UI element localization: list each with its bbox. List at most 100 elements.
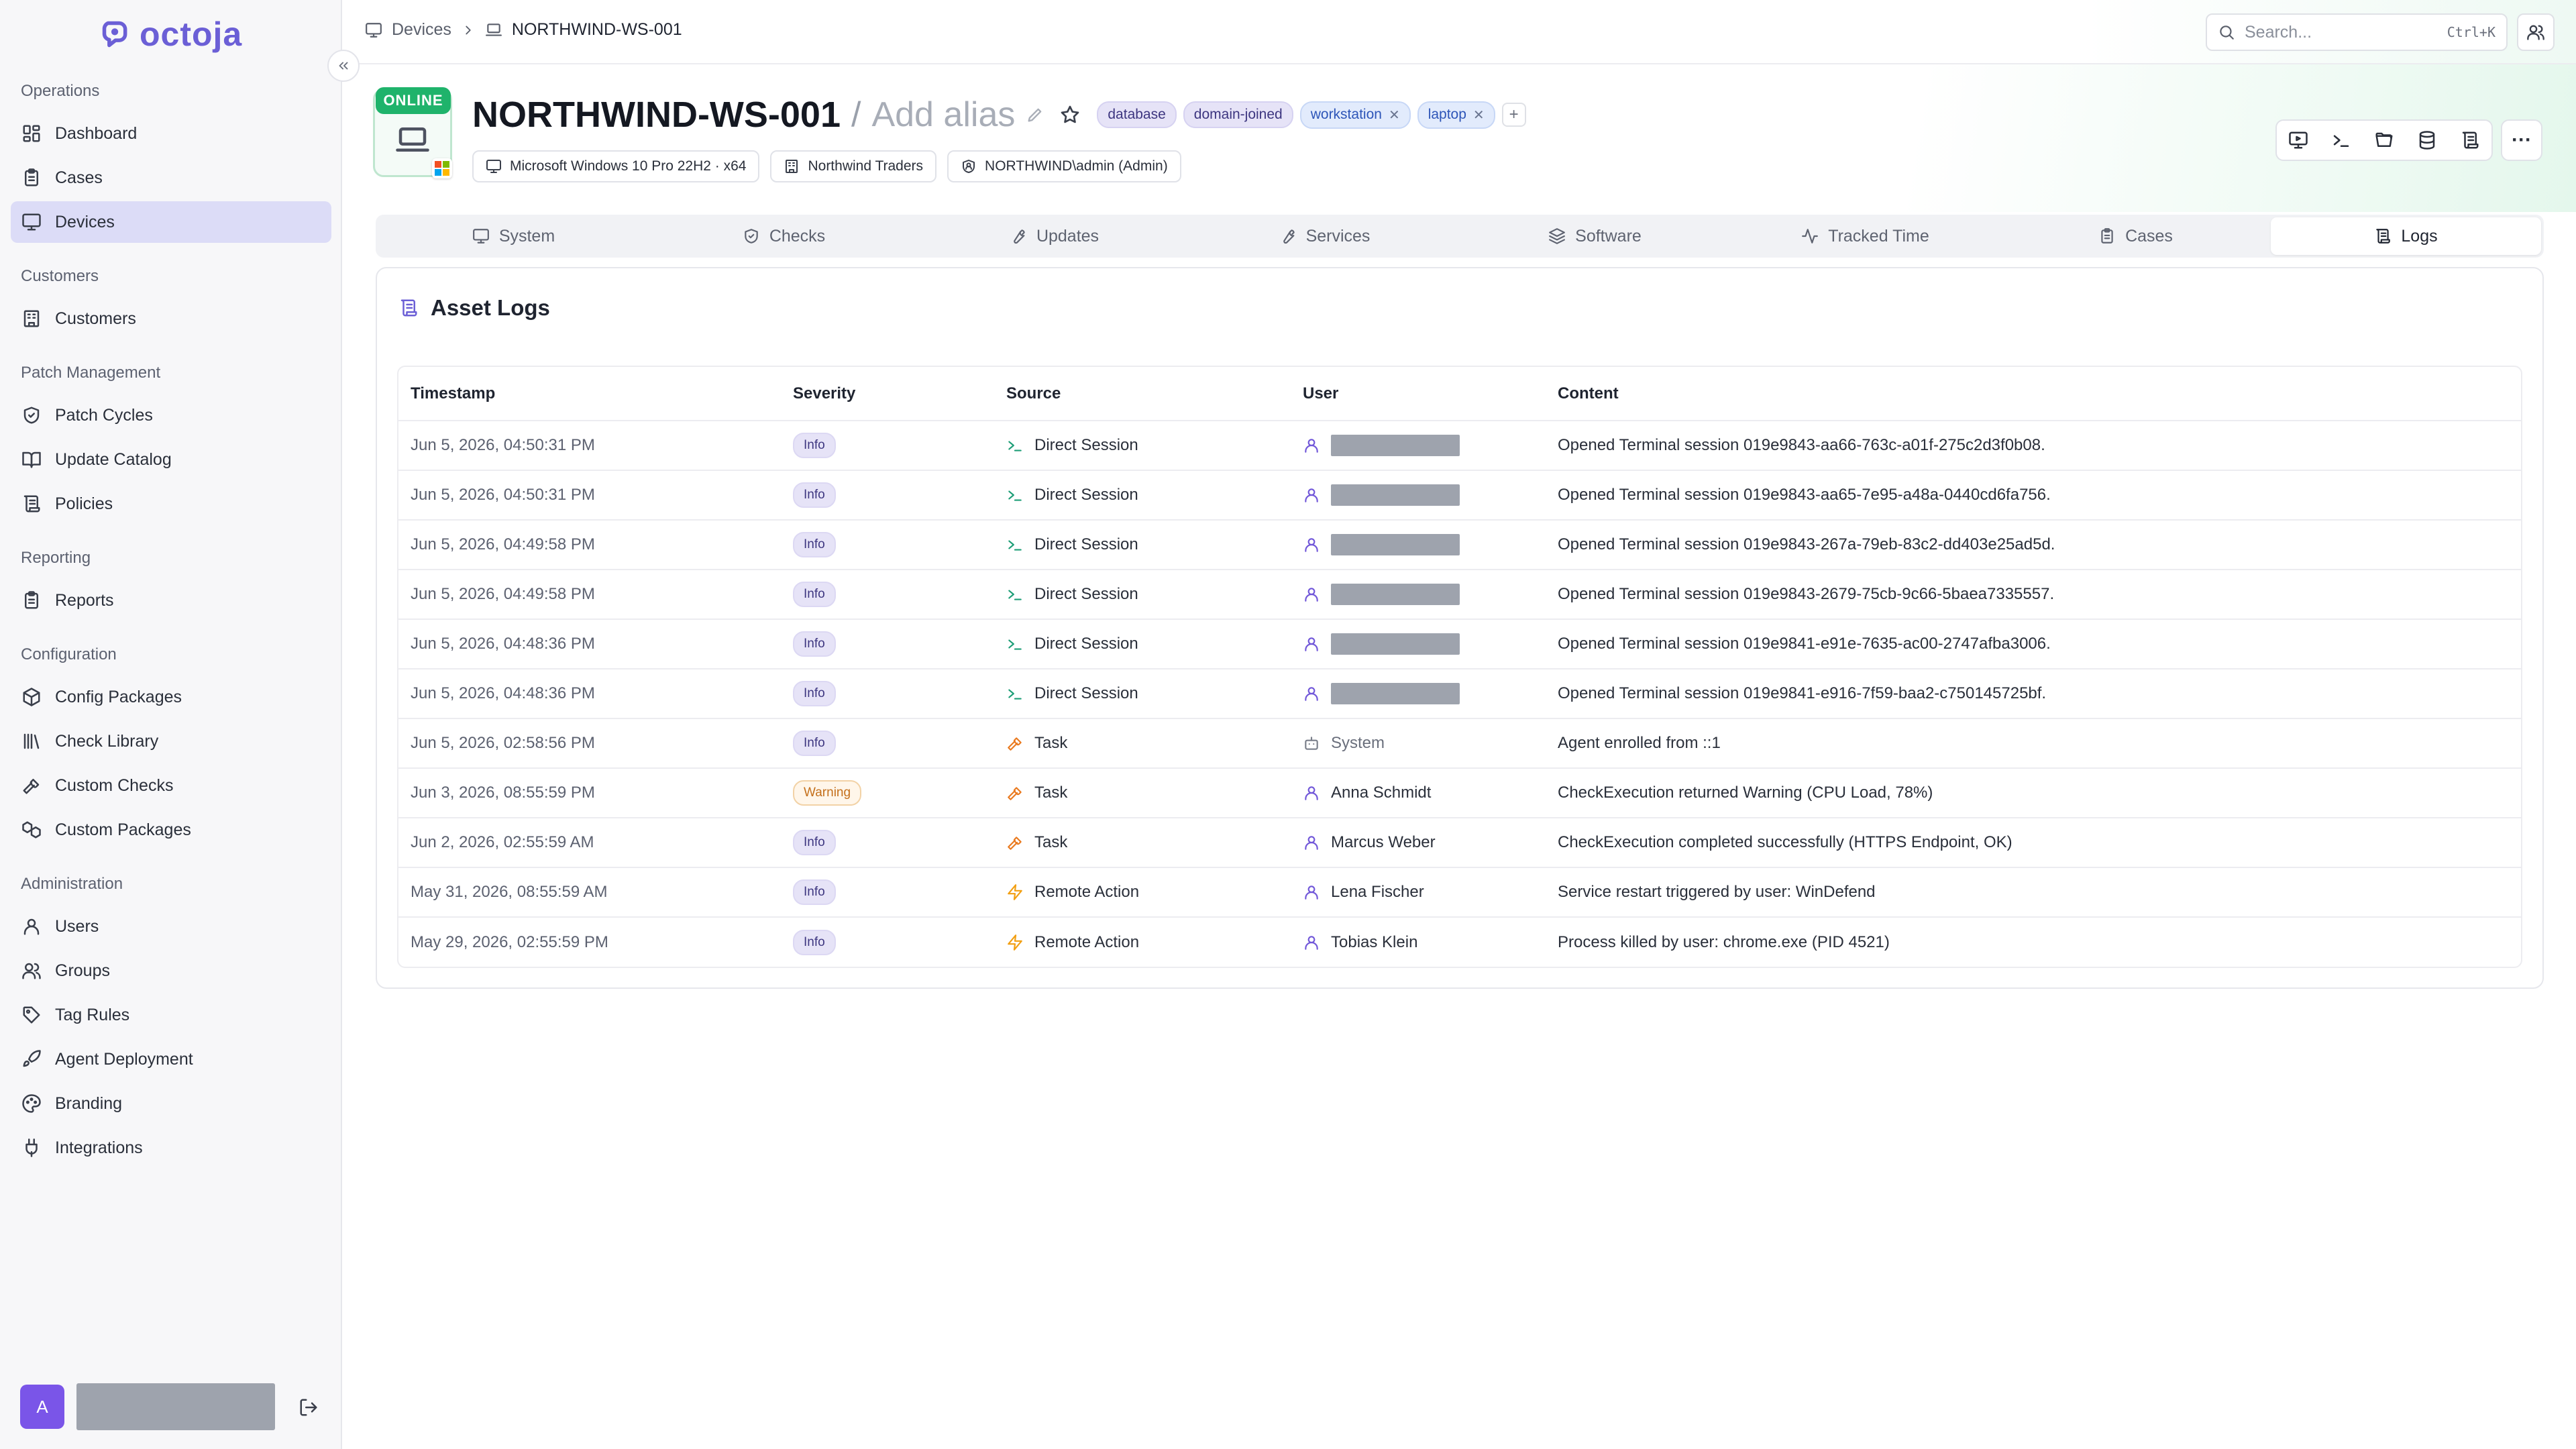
cell-content: Agent enrolled from ::1 [1546, 718, 2521, 769]
tab-cases[interactable]: Cases [2000, 217, 2271, 255]
sidebar-item-reports[interactable]: Reports [11, 580, 331, 621]
table-header-row: Timestamp Severity Source User Content [398, 367, 2521, 421]
source-label: Task [1034, 784, 1068, 802]
collapse-sidebar-button[interactable] [327, 50, 360, 82]
column-source[interactable]: Source [994, 367, 1291, 421]
remove-tag-icon[interactable]: ✕ [1473, 107, 1485, 123]
tab-logs[interactable]: Logs [2271, 217, 2541, 255]
octoja-logo-icon [102, 21, 127, 48]
more-actions-button[interactable]: ··· [2501, 119, 2542, 161]
remote-desktop-button[interactable] [2277, 121, 2320, 160]
tab-services[interactable]: Services [1189, 217, 1460, 255]
user-menu-button[interactable] [2517, 13, 2555, 51]
customer-chip[interactable]: Northwind Traders [770, 150, 937, 182]
cell-user [1291, 570, 1546, 620]
avatar[interactable]: A [20, 1385, 64, 1429]
severity-badge: Info [793, 929, 836, 955]
sidebar-user[interactable]: A [20, 1383, 275, 1430]
severity-badge: Warning [793, 780, 862, 806]
tag-label: database [1108, 107, 1166, 122]
terminal-icon [2333, 135, 2349, 147]
book-icon [22, 451, 41, 468]
activity-icon [1802, 229, 1819, 244]
tab-system[interactable]: System [378, 217, 649, 255]
zap-icon [1008, 884, 1022, 900]
table-row[interactable]: May 31, 2026, 08:55:59 AM Info Remote Acti… [398, 867, 2521, 918]
sidebar-item-tag-rules[interactable]: Tag Rules [11, 994, 331, 1036]
cell-timestamp: Jun 5, 2026, 04:50:31 PM [398, 470, 781, 521]
device-header [342, 64, 2576, 212]
sidebar-item-custom-packages[interactable]: Custom Packages [11, 809, 331, 851]
cell-user [1291, 669, 1546, 719]
sidebar-item-custom-checks[interactable]: Custom Checks [11, 765, 331, 806]
logs-button[interactable] [2449, 121, 2491, 160]
layers-icon [1549, 228, 1566, 244]
sidebar-item-customers[interactable]: Customers [11, 298, 331, 339]
table-row[interactable]: Jun 2, 2026, 02:55:59 AM Info Task Marcus W… [398, 818, 2521, 868]
sidebar-item-dashboard[interactable]: Dashboard [11, 113, 331, 154]
table-row[interactable]: Jun 5, 2026, 02:58:56 PM Info Task System Ag… [398, 718, 2521, 769]
table-row[interactable]: Jun 5, 2026, 04:50:31 PM Info Direct Sessi… [398, 421, 2521, 471]
logout-icon [300, 1399, 317, 1416]
sidebar-item-groups[interactable]: Groups [11, 950, 331, 991]
column-severity[interactable]: Severity [781, 367, 994, 421]
pencil-icon[interactable] [1026, 105, 1044, 124]
sidebar-item-label: Update Catalog [55, 449, 172, 469]
breadcrumb-devices[interactable]: Devices [392, 20, 451, 40]
library-icon [23, 733, 40, 749]
table-row[interactable]: Jun 5, 2026, 04:49:58 PM Info Direct Sessi… [398, 570, 2521, 620]
sidebar-item-patch-cycles[interactable]: Patch Cycles [11, 394, 331, 436]
packages-icon [22, 821, 41, 839]
building-icon [786, 160, 798, 173]
file-browser-button[interactable] [2363, 121, 2406, 160]
column-content[interactable]: Content [1546, 367, 2521, 421]
sidebar-item-label: Groups [55, 961, 110, 980]
column-timestamp[interactable]: Timestamp [398, 367, 781, 421]
monitor-icon [366, 22, 382, 38]
sidebar-item-update-catalog[interactable]: Update Catalog [11, 439, 331, 480]
remove-tag-icon[interactable]: ✕ [1389, 107, 1400, 123]
logout-button[interactable] [295, 1394, 322, 1421]
table-row[interactable]: Jun 5, 2026, 04:48:36 PM Info Direct Sessi… [398, 669, 2521, 719]
sidebar-item-agent-deployment[interactable]: Agent Deployment [11, 1038, 331, 1080]
tag-laptop[interactable]: laptop ✕ [1417, 101, 1495, 129]
table-row[interactable]: May 29, 2026, 02:55:59 PM Info Remote Acti… [398, 917, 2521, 967]
table-row[interactable]: Jun 5, 2026, 04:50:31 PM Info Direct Sessi… [398, 470, 2521, 521]
sidebar-item-devices[interactable]: Devices [11, 201, 331, 243]
sidebar-item-cases[interactable]: Cases [11, 157, 331, 199]
column-user[interactable]: User [1291, 367, 1546, 421]
sidebar-item-branding[interactable]: Branding [11, 1083, 331, 1124]
terminal-button[interactable] [2320, 121, 2363, 160]
cell-user [1291, 520, 1546, 570]
search-input[interactable]: Search... Ctrl+K [2206, 13, 2508, 51]
severity-badge: Info [793, 879, 836, 905]
hammer-icon [1008, 737, 1022, 751]
cell-content: Opened Terminal session 019e9843-aa66-76… [1546, 421, 2521, 471]
cell-user: Lena Fischer [1291, 867, 1546, 918]
table-row[interactable]: Jun 5, 2026, 04:49:58 PM Info Direct Sessi… [398, 520, 2521, 570]
tag-domain-joined[interactable]: domain-joined [1183, 101, 1293, 128]
sidebar-item-integrations[interactable]: Integrations [11, 1127, 331, 1169]
table-row[interactable]: Jun 5, 2026, 04:48:36 PM Info Direct Sessi… [398, 619, 2521, 669]
tag-database[interactable]: database [1097, 101, 1177, 128]
user-name: Marcus Weber [1331, 833, 1436, 851]
database-button[interactable] [2406, 121, 2449, 160]
sidebar-item-label: Dashboard [55, 123, 138, 143]
tab-checks[interactable]: Checks [649, 217, 919, 255]
user-redacted [1331, 584, 1460, 605]
add-tag-button[interactable]: + [1501, 103, 1526, 127]
table-row[interactable]: Jun 3, 2026, 08:55:59 PM Warning Task Anna … [398, 768, 2521, 818]
user-redacted [1331, 633, 1460, 655]
sidebar-item-users[interactable]: Users [11, 906, 331, 947]
sidebar-item-check-library[interactable]: Check Library [11, 720, 331, 762]
star-icon[interactable] [1059, 104, 1081, 125]
sidebar-item-config-packages[interactable]: Config Packages [11, 676, 331, 718]
alias-input[interactable]: Add alias [871, 95, 1015, 135]
app-logo[interactable]: octoja [101, 15, 242, 54]
tab-updates[interactable]: Updates [919, 217, 1189, 255]
cell-timestamp: Jun 2, 2026, 02:55:59 AM [398, 818, 781, 868]
tab-tracked-time[interactable]: Tracked Time [1730, 217, 2000, 255]
tab-software[interactable]: Software [1460, 217, 1730, 255]
sidebar-item-policies[interactable]: Policies [11, 483, 331, 525]
tag-workstation[interactable]: workstation ✕ [1299, 101, 1411, 129]
